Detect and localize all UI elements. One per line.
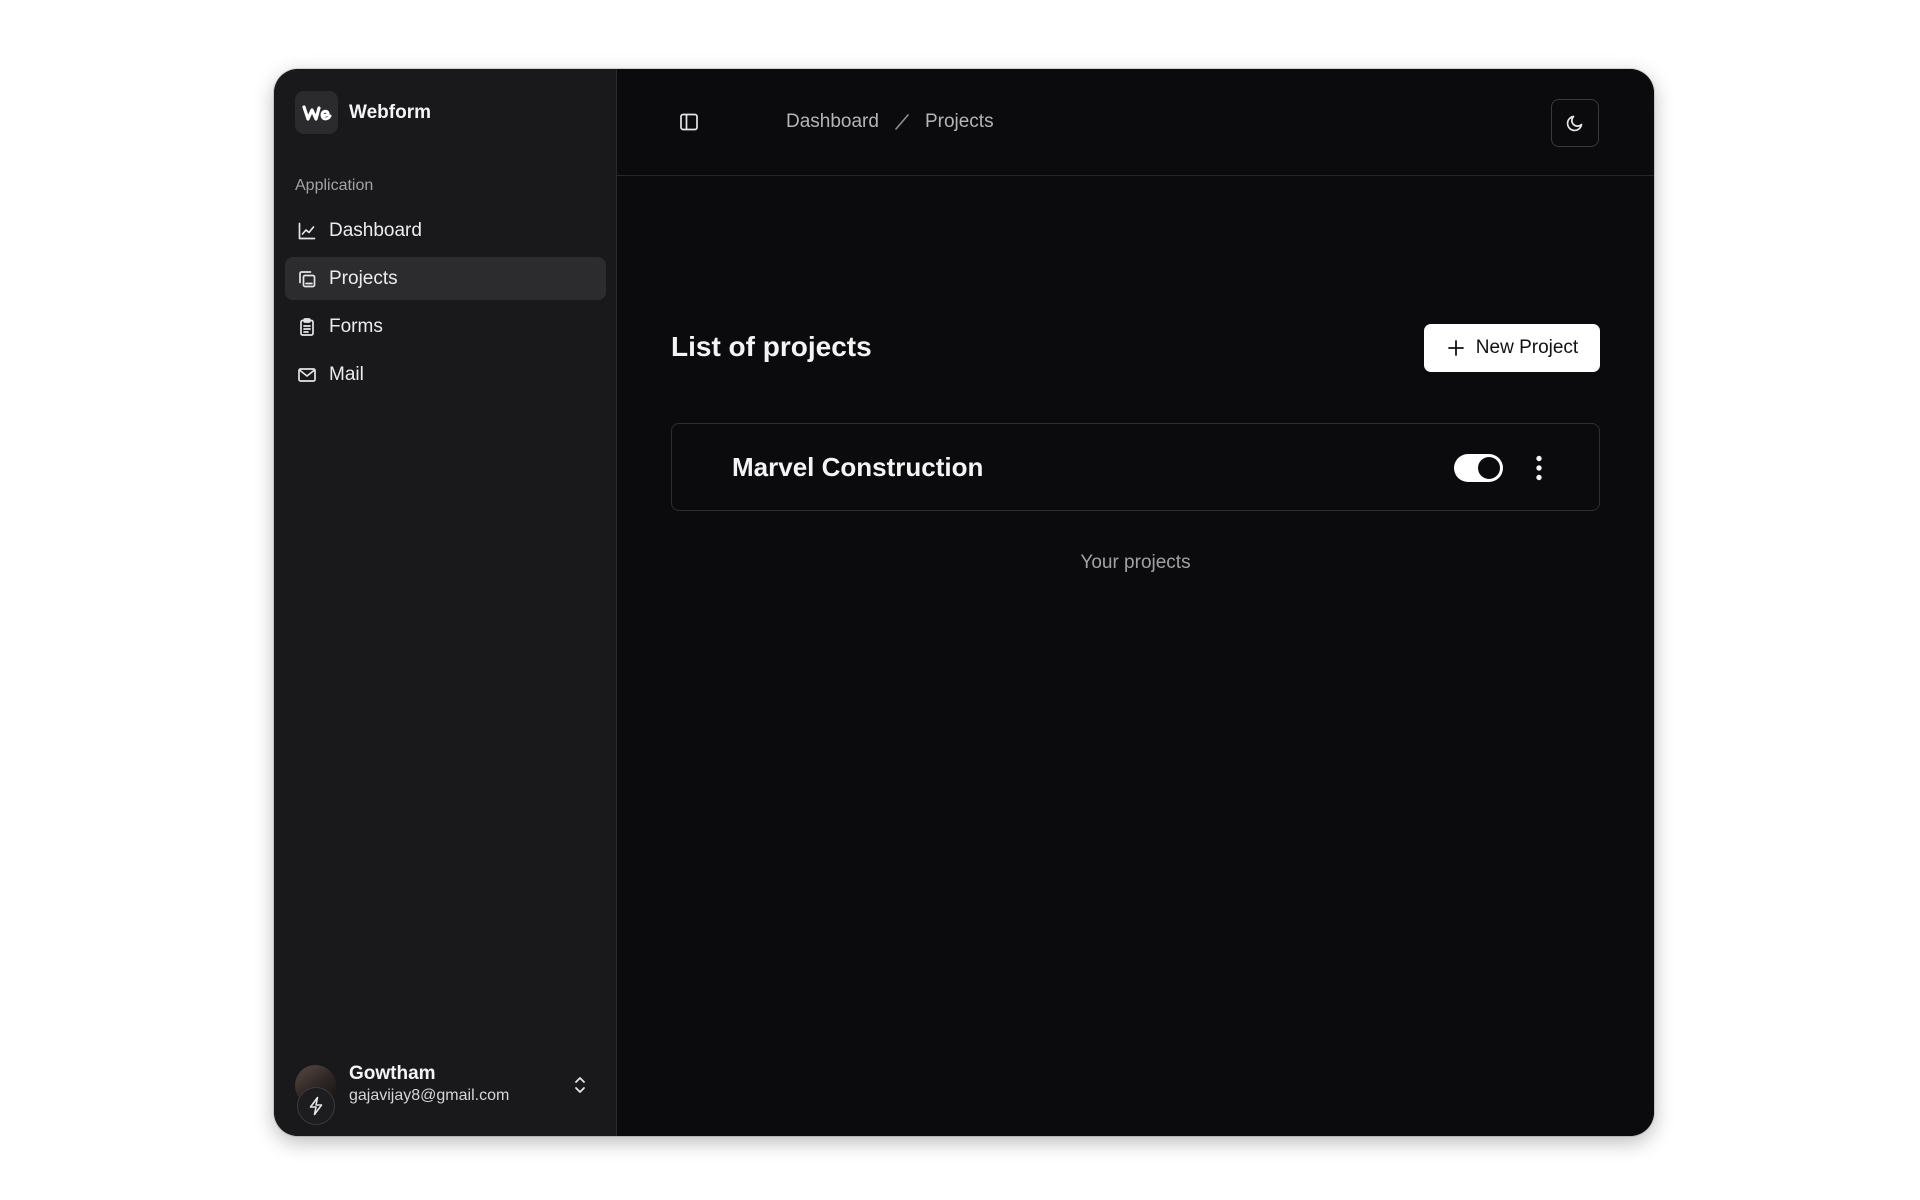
new-project-label: New Project — [1475, 337, 1579, 358]
sidebar-item-mail[interactable]: Mail — [285, 353, 606, 396]
sidebar-item-label: Projects — [329, 267, 398, 289]
main-content: Dashboard Projects List of projects New … — [617, 69, 1654, 1136]
sidebar-section-label: Application — [295, 177, 374, 194]
breadcrumb-projects: Projects — [924, 111, 994, 132]
sidebar-toggle-icon[interactable] — [676, 109, 702, 135]
project-enabled-toggle[interactable] — [1454, 454, 1503, 482]
user-name: Gowtham — [349, 1063, 436, 1084]
sidebar-nav: Dashboard Projects Forms Mail — [285, 209, 606, 401]
sidebar-item-label: Mail — [329, 363, 364, 385]
sidebar: Webform Application Dashboard Projects F… — [274, 69, 617, 1136]
plus-icon — [1446, 338, 1466, 358]
mail-icon — [296, 364, 318, 386]
app-window: Webform Application Dashboard Projects F… — [274, 69, 1654, 1136]
page-title: List of projects — [671, 331, 872, 362]
projects-icon — [296, 268, 318, 290]
user-email: gajavijay8@gmail.com — [349, 1087, 510, 1104]
theme-toggle-button[interactable] — [1551, 99, 1599, 147]
lightning-icon — [297, 1086, 335, 1125]
topbar: Dashboard Projects — [617, 69, 1654, 176]
clipboard-icon — [296, 316, 318, 338]
brand-name: Webform — [349, 101, 431, 123]
sidebar-item-label: Dashboard — [329, 219, 422, 241]
breadcrumb-separator-icon — [893, 113, 911, 131]
breadcrumb-dashboard[interactable]: Dashboard — [786, 111, 879, 133]
user-menu[interactable]: Gowtham gajavijay8@gmail.com — [295, 1056, 598, 1125]
project-card[interactable]: Marvel Construction — [671, 423, 1600, 511]
sidebar-item-forms[interactable]: Forms — [285, 305, 606, 348]
brand[interactable]: Webform — [295, 91, 431, 134]
line-chart-icon — [296, 220, 318, 242]
chevrons-up-down-icon[interactable] — [570, 1074, 590, 1096]
toggle-knob — [1478, 457, 1500, 479]
projects-caption: Your projects — [1080, 552, 1191, 573]
webform-logo-icon — [295, 91, 338, 134]
sidebar-item-dashboard[interactable]: Dashboard — [285, 209, 606, 252]
sidebar-item-projects[interactable]: Projects — [285, 257, 606, 300]
new-project-button[interactable]: New Project — [1424, 324, 1600, 372]
more-vertical-icon[interactable] — [1527, 451, 1551, 485]
user-text: Gowtham gajavijay8@gmail.com — [349, 1063, 509, 1107]
sidebar-item-label: Forms — [329, 315, 383, 337]
breadcrumb: Dashboard Projects — [786, 111, 994, 133]
project-name: Marvel Construction — [732, 452, 984, 482]
avatar — [295, 1064, 336, 1125]
moon-icon — [1565, 113, 1585, 133]
